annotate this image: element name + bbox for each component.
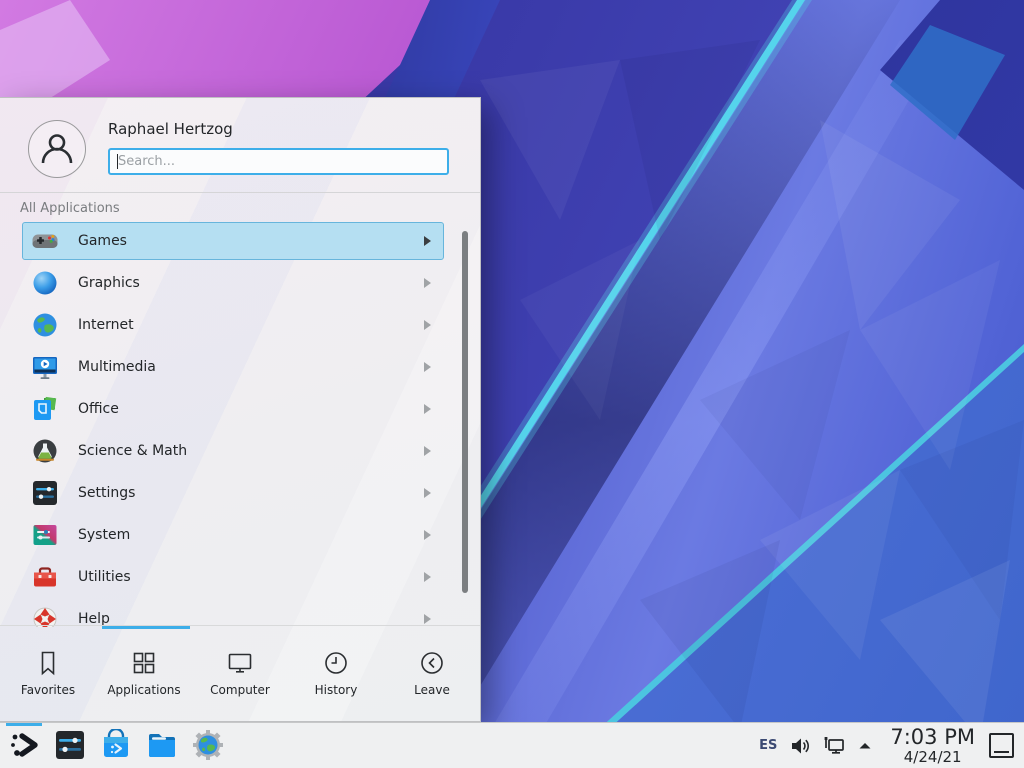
gamepad-icon [31, 227, 59, 255]
text-caret [117, 154, 118, 169]
keyboard-layout-indicator[interactable]: ES [759, 738, 777, 753]
grid-icon [131, 650, 157, 676]
user-avatar-icon[interactable] [28, 120, 86, 178]
submenu-arrow-icon [424, 488, 431, 498]
category-graphics[interactable]: Graphics [22, 264, 444, 302]
search-field[interactable] [108, 148, 449, 175]
submenu-arrow-icon [424, 614, 431, 624]
monitor-play-icon [31, 353, 59, 381]
show-desktop-button[interactable] [989, 733, 1014, 758]
wired-network-icon[interactable] [822, 734, 846, 758]
category-help[interactable]: Help [22, 600, 444, 627]
section-label: All Applications [20, 201, 120, 216]
computer-icon [227, 650, 253, 676]
toolbox-icon [31, 563, 59, 591]
web-browser-icon[interactable] [192, 729, 224, 761]
application-category-list: Games Graphics [0, 222, 480, 627]
header-separator [0, 192, 480, 193]
lifebuoy-icon [31, 605, 59, 627]
flask-icon [31, 437, 59, 465]
category-office[interactable]: Office [22, 390, 444, 428]
search-input[interactable] [110, 150, 447, 173]
taskbar: ES [0, 722, 1024, 768]
sliders-dark-icon [31, 479, 59, 507]
document-folder-icon [31, 395, 59, 423]
submenu-arrow-icon [424, 320, 431, 330]
tab-applications[interactable]: Applications [96, 626, 192, 721]
submenu-arrow-icon [424, 236, 431, 246]
submenu-arrow-icon [424, 362, 431, 372]
system-settings-icon[interactable] [54, 729, 86, 761]
application-launcher-menu: Raphael Hertzog All Applications [0, 97, 481, 722]
discover-store-icon[interactable] [100, 729, 132, 761]
active-task-indicator [6, 723, 42, 726]
tab-leave[interactable]: Leave [384, 626, 480, 721]
category-internet[interactable]: Internet [22, 306, 444, 344]
tab-favorites[interactable]: Favorites [0, 626, 96, 721]
submenu-arrow-icon [424, 530, 431, 540]
leave-icon [419, 650, 445, 676]
category-system[interactable]: System [22, 516, 444, 554]
digital-clock[interactable]: 7:03 PM 4/24/21 [890, 727, 975, 765]
active-tab-indicator [102, 626, 190, 629]
globe-icon [31, 311, 59, 339]
category-multimedia[interactable]: Multimedia [22, 348, 444, 386]
tab-computer[interactable]: Computer [192, 626, 288, 721]
submenu-arrow-icon [424, 446, 431, 456]
category-science-math[interactable]: Science & Math [22, 432, 444, 470]
volume-icon[interactable] [789, 735, 811, 757]
clock-date: 4/24/21 [890, 750, 975, 765]
file-manager-icon[interactable] [146, 729, 178, 761]
launcher-footer-tabs: Favorites Applications [0, 625, 480, 721]
category-settings[interactable]: Settings [22, 474, 444, 512]
submenu-arrow-icon [424, 404, 431, 414]
category-utilities[interactable]: Utilities [22, 558, 444, 596]
blue-sphere-icon [31, 269, 59, 297]
submenu-arrow-icon [424, 572, 431, 582]
submenu-arrow-icon [424, 278, 431, 288]
category-games[interactable]: Games [22, 222, 444, 260]
sliders-color-icon [31, 521, 59, 549]
system-tray: ES [759, 723, 1024, 768]
desktop: Raphael Hertzog All Applications [0, 0, 1024, 768]
user-name: Raphael Hertzog [108, 120, 233, 138]
list-scrollbar[interactable] [462, 231, 468, 593]
launcher-header: Raphael Hertzog [0, 98, 480, 192]
tab-history[interactable]: History [288, 626, 384, 721]
bookmark-icon [35, 650, 61, 676]
clock-time: 7:03 PM [890, 727, 975, 748]
kali-launcher-icon[interactable] [8, 729, 40, 761]
expand-tray-arrow-icon[interactable] [857, 738, 873, 754]
history-clock-icon [323, 650, 349, 676]
